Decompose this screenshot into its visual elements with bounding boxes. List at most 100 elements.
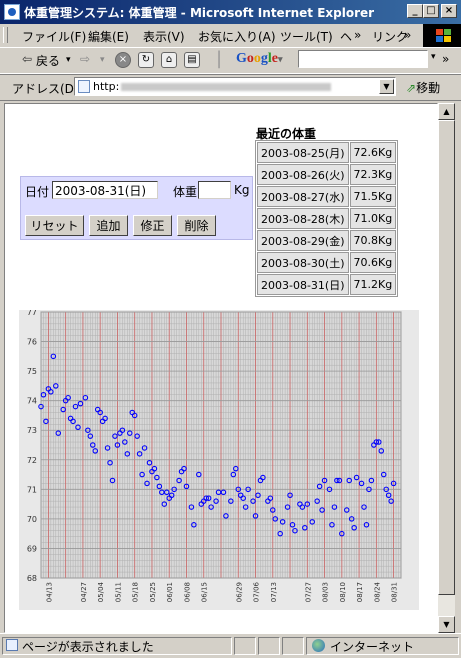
x-tick-label: 06/15: [201, 582, 209, 602]
links-button[interactable]: リンク: [372, 28, 408, 45]
x-tick-label: 07/06: [253, 581, 261, 602]
y-tick-label: 74: [27, 397, 37, 406]
window-title: 体重管理システム: 体重管理 - Microsoft Internet Expl…: [24, 6, 375, 20]
forward-arrow-icon[interactable]: ⇨: [80, 52, 90, 66]
recent-weight: 72.6Kg: [349, 142, 397, 163]
vertical-scrollbar[interactable]: ▲ ▼: [438, 103, 455, 633]
date-label: 日付: [25, 185, 50, 199]
recent-date: 2003-08-25(月): [257, 142, 349, 163]
toolbar-separator: |: [216, 48, 223, 69]
back-arrow-icon[interactable]: ⇦: [22, 52, 32, 66]
y-tick-label: 68: [27, 574, 37, 583]
recent-date: 2003-08-31(日): [257, 274, 349, 295]
maximize-button[interactable]: □: [423, 4, 439, 18]
y-tick-label: 76: [27, 338, 37, 347]
weight-input[interactable]: [198, 181, 231, 199]
close-button[interactable]: ×: [441, 4, 457, 18]
address-url-prefix: http:: [93, 80, 120, 93]
y-tick-label: 75: [27, 367, 37, 376]
recent-row: 2003-08-25(月) 72.6Kg: [257, 142, 397, 163]
modify-button[interactable]: 修正: [133, 215, 172, 236]
weight-label: 体重: [173, 185, 198, 199]
menu-edit[interactable]: 編集(E): [88, 28, 129, 45]
page-icon: [78, 80, 90, 93]
recent-weight: 70.8Kg: [349, 230, 397, 251]
x-tick-label: 07/27: [304, 582, 312, 602]
date-input[interactable]: [52, 181, 158, 199]
links-more-chevron[interactable]: »: [404, 28, 411, 42]
y-tick-label: 69: [27, 544, 37, 553]
status-panel-3: [282, 637, 304, 655]
x-tick-label: 08/17: [356, 582, 364, 602]
menu-view[interactable]: 表示(V): [143, 28, 185, 45]
weight-chart: 68 69 70 71 72 73 74 75 76 77 04/13 04/27 05/04 05/11…: [19, 310, 419, 610]
recent-row: 2003-08-29(金) 70.8Kg: [257, 230, 397, 251]
print-preview-icon[interactable]: ▤: [184, 52, 200, 68]
recent-row: 2003-08-31(日) 71.2Kg: [257, 274, 397, 295]
forward-dropdown-icon[interactable]: ▾: [100, 55, 105, 65]
recent-row: 2003-08-26(火) 72.3Kg: [257, 164, 397, 185]
status-panel-1: [234, 637, 256, 655]
back-dropdown-icon[interactable]: ▾: [66, 55, 71, 65]
weight-unit: Kg: [234, 183, 250, 197]
refresh-icon[interactable]: ↻: [138, 52, 154, 68]
x-tick-label: 06/01: [166, 582, 174, 602]
scroll-up-icon[interactable]: ▲: [438, 103, 455, 120]
recent-weight: 72.3Kg: [349, 164, 397, 185]
status-bar: ページが表示されました インターネット: [0, 633, 461, 658]
go-button[interactable]: ⇗移動: [406, 79, 440, 96]
back-button-label[interactable]: 戻る: [36, 52, 60, 69]
menu-more-chevron[interactable]: »: [354, 28, 361, 42]
menu-grip[interactable]: [3, 27, 8, 43]
x-tick-label: 05/25: [149, 582, 157, 602]
menu-favorites[interactable]: お気に入り(A): [198, 28, 276, 45]
stop-icon[interactable]: ×: [115, 52, 131, 68]
x-tick-label: 06/08: [183, 582, 191, 602]
google-search-input[interactable]: [298, 50, 428, 68]
address-dropdown-icon[interactable]: ▼: [379, 79, 394, 94]
recent-weight: 70.6Kg: [349, 252, 397, 273]
recent-date: 2003-08-30(土): [257, 252, 349, 273]
recent-weight-table: 2003-08-25(月) 72.6Kg 2003-08-26(火) 72.3Kg 20…: [255, 140, 399, 297]
scroll-down-icon[interactable]: ▼: [438, 616, 455, 633]
recent-date: 2003-08-27(水): [257, 186, 349, 207]
page-done-icon: [6, 639, 18, 651]
go-button-label: 移動: [416, 81, 441, 95]
google-logo[interactable]: Google▾: [236, 51, 283, 67]
x-tick-label: 07/13: [270, 582, 278, 602]
internet-zone-icon: [312, 639, 325, 652]
toolbar-more-chevron[interactable]: »: [442, 52, 449, 66]
weight-entry-form: 日付 体重 Kg リセット 追加 修正 削除: [20, 176, 253, 240]
y-tick-label: 77: [27, 310, 37, 317]
address-url-blurred: [121, 83, 331, 91]
x-tick-label: 08/03: [322, 582, 330, 602]
recent-row: 2003-08-28(木) 71.0Kg: [257, 208, 397, 229]
recent-date: 2003-08-28(木): [257, 208, 349, 229]
recent-date: 2003-08-26(火): [257, 164, 349, 185]
google-search-dropdown-icon[interactable]: ▾: [431, 52, 436, 62]
delete-button[interactable]: 削除: [177, 215, 216, 236]
x-tick-label: 05/04: [97, 581, 105, 602]
x-tick-label: 05/18: [132, 582, 140, 602]
y-tick-label: 73: [27, 426, 37, 435]
y-tick-label: 70: [27, 515, 37, 524]
title-bar: 体重管理システム: 体重管理 - Microsoft Internet Expl…: [0, 0, 461, 24]
reset-button[interactable]: リセット: [25, 215, 84, 236]
menu-help[interactable]: ヘ: [340, 28, 352, 45]
recent-weight: 71.2Kg: [349, 274, 397, 295]
home-icon[interactable]: ⌂: [161, 52, 177, 68]
zone-text: インターネット: [330, 640, 415, 654]
ie-page-icon: [4, 4, 20, 20]
x-tick-label: 04/13: [45, 582, 53, 602]
menu-tools[interactable]: ツール(T): [280, 28, 333, 45]
scroll-thumb[interactable]: [438, 120, 455, 595]
address-input[interactable]: http: ▼: [74, 77, 396, 96]
recent-row: 2003-08-27(水) 71.5Kg: [257, 186, 397, 207]
y-tick-label: 72: [27, 456, 37, 465]
minimize-button[interactable]: _: [407, 4, 423, 18]
recent-date: 2003-08-29(金): [257, 230, 349, 251]
y-tick-label: 71: [27, 485, 37, 494]
menu-file[interactable]: ファイル(F): [22, 28, 86, 45]
add-button[interactable]: 追加: [89, 215, 128, 236]
recent-weight: 71.0Kg: [349, 208, 397, 229]
